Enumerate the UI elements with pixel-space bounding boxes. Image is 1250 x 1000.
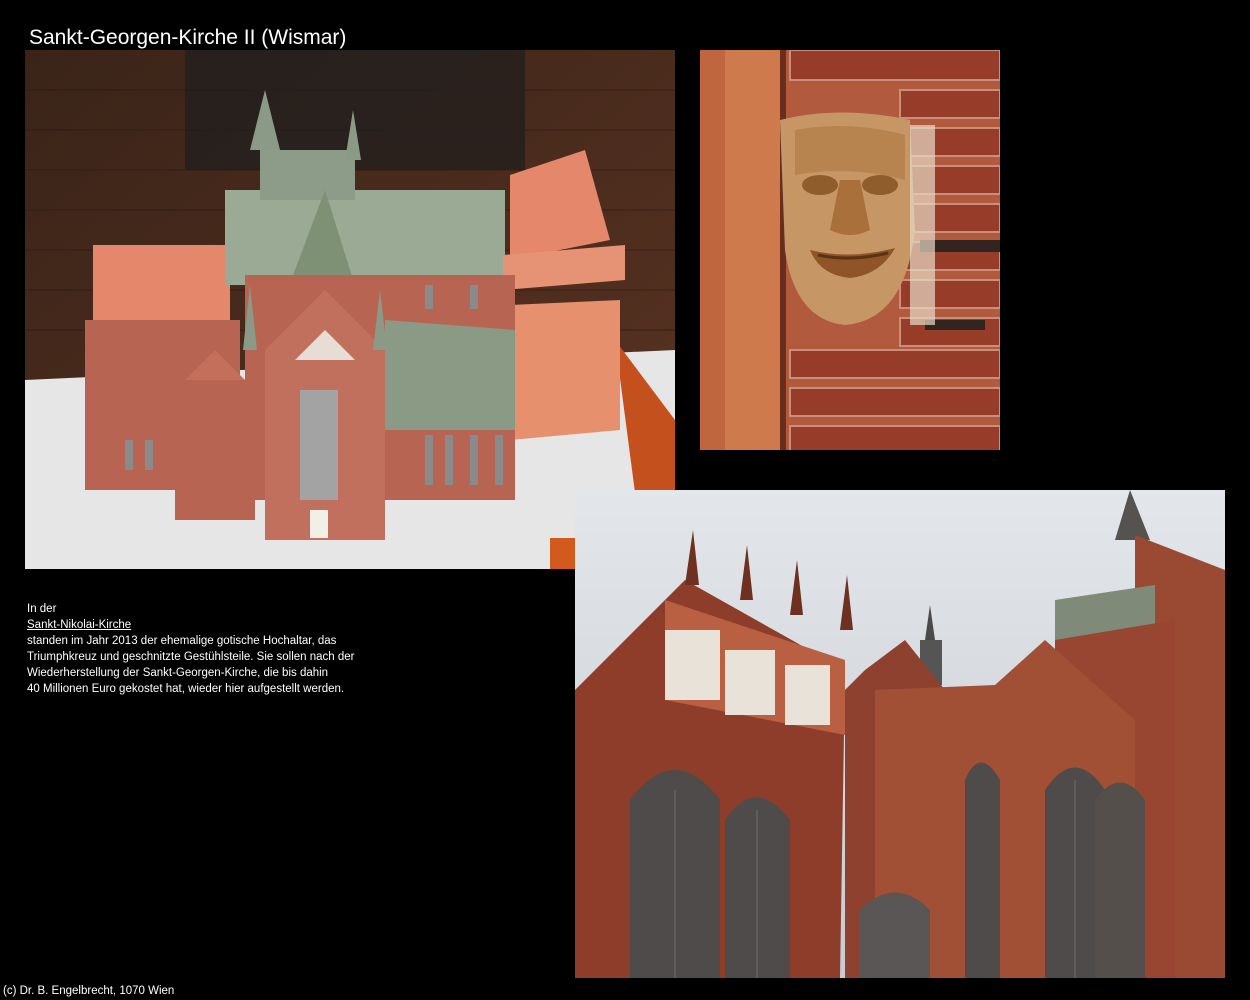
page-title: Sankt-Georgen-Kirche II (Wismar) [29, 26, 347, 49]
copyright-footer: (c) Dr. B. Engelbrecht, 1070 Wien [3, 985, 175, 997]
caption-line-3: Wiederherstellung der Sankt-Georgen-Kirc… [27, 667, 329, 679]
caption-line-4: 40 Millionen Euro gekostet hat, wieder h… [27, 683, 345, 695]
church-exterior-image [575, 490, 1225, 978]
church-exterior-photo [575, 490, 1225, 978]
sankt-nikolai-kirche-link[interactable]: Sankt-Nikolai-Kirche [27, 619, 131, 631]
caption-intro: In der [27, 603, 57, 615]
caption-line-2: Triumphkreuz und geschnitzte Gestühlstei… [27, 651, 355, 663]
stone-face-photo [700, 50, 1000, 450]
caption-text-block: In der Sankt-Nikolai-Kirche standen im J… [27, 601, 427, 697]
caption-line-1: standen im Jahr 2013 der ehemalige gotis… [27, 635, 337, 647]
stone-face-image [700, 50, 1000, 450]
